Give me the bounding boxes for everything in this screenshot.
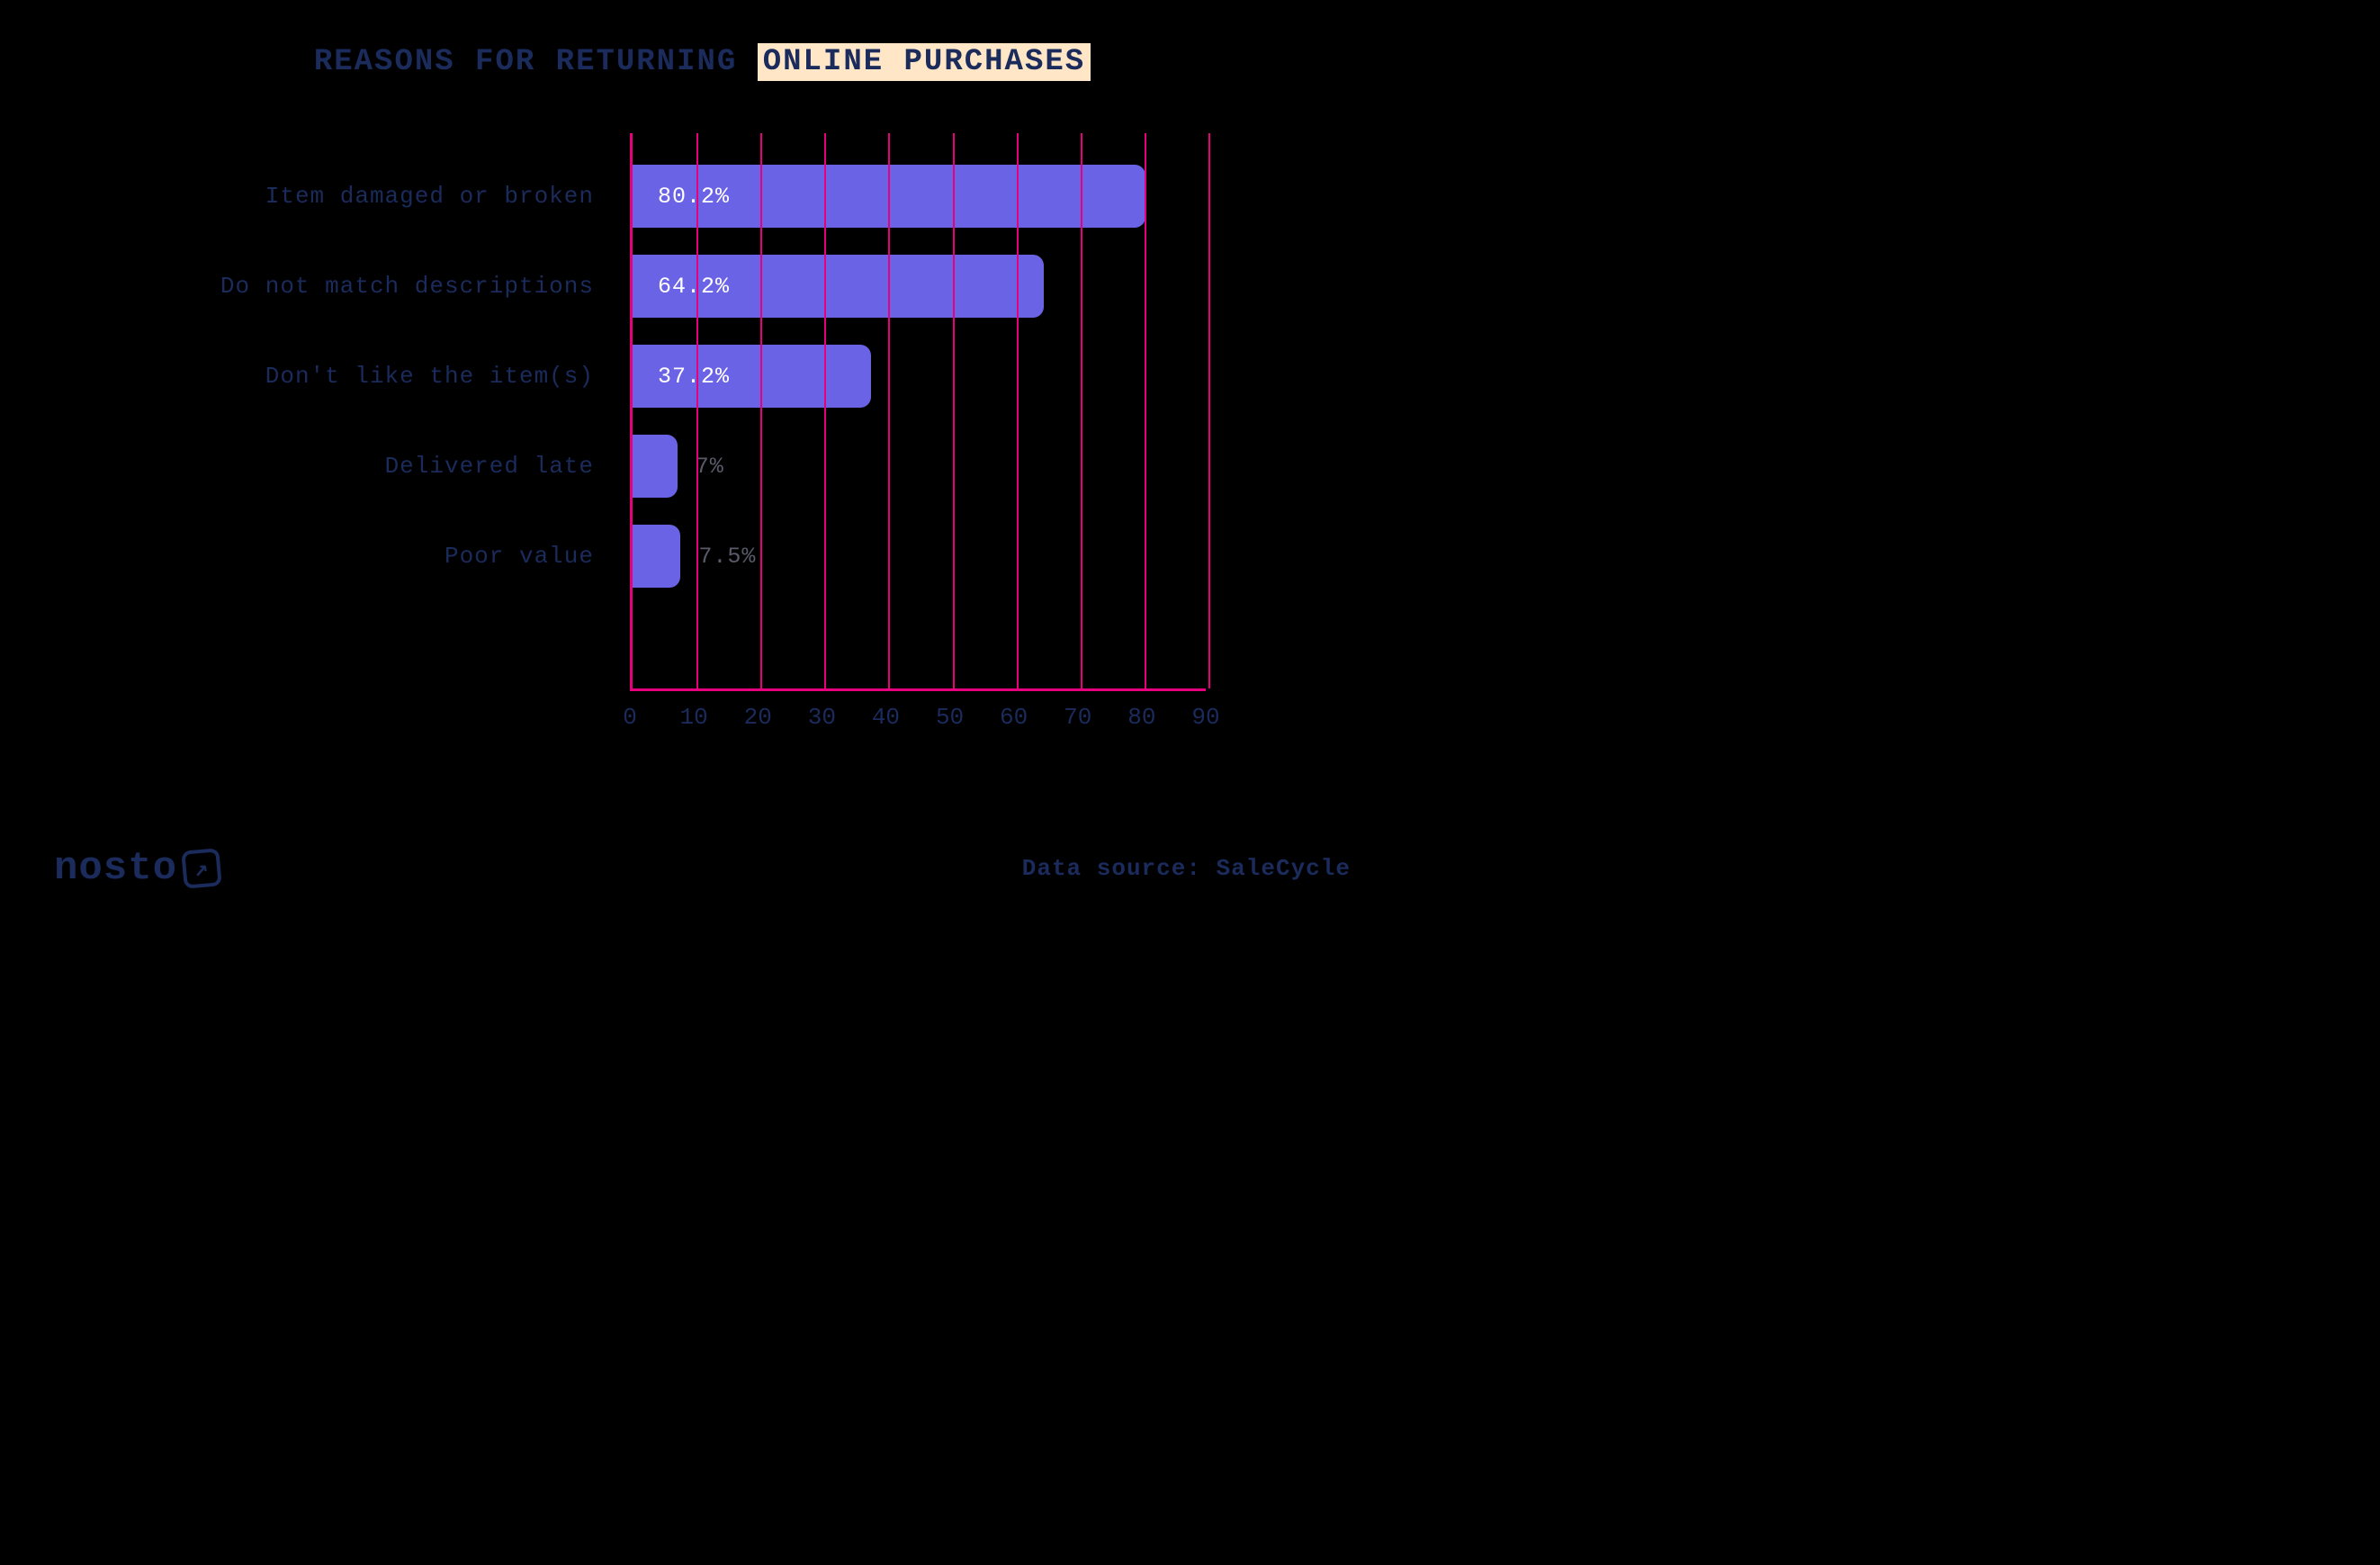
x-tick-label: 40 [872, 704, 900, 731]
y-label: Don't like the item(s) [54, 331, 630, 421]
bar [633, 435, 678, 498]
bars-container: 80.2% 64.2% 37.2% 7% 7.5% [633, 151, 1206, 601]
logo-text: nosto [54, 846, 177, 891]
x-axis-ticks: 0102030405060708090 [630, 704, 1206, 740]
plot-column: 80.2%64.2%37.2%7%7.5% 010203040506070809… [630, 133, 1351, 740]
y-label: Item damaged or broken [54, 151, 630, 241]
gridline [1208, 133, 1210, 688]
x-tick-label: 20 [744, 704, 772, 731]
x-tick-label: 60 [1000, 704, 1028, 731]
bar-row: 7.5% [633, 511, 1206, 601]
gridline [1017, 133, 1019, 688]
y-axis-labels: Item damaged or broken Do not match desc… [54, 133, 630, 740]
bar-row: 7% [633, 421, 1206, 511]
x-tick-label: 70 [1064, 704, 1091, 731]
plot-area: 80.2% 64.2% 37.2% 7% 7.5% [630, 133, 1206, 691]
data-source-text: Data source: SaleCycle [1022, 855, 1351, 882]
bar [633, 525, 680, 588]
chart-title-plain: REASONS FOR RETURNING [314, 45, 758, 79]
bar-row: 80.2% [633, 151, 1206, 241]
bar-row: 37.2% [633, 331, 1206, 421]
gridline [1145, 133, 1146, 688]
bar: 64.2% [633, 255, 1044, 318]
chart-canvas: REASONS FOR RETURNING ONLINE PURCHASES I… [0, 0, 1405, 923]
gridline [696, 133, 698, 688]
bar-row: 64.2% [633, 241, 1206, 331]
y-label: Delivered late [54, 421, 630, 511]
chart-body: Item damaged or broken Do not match desc… [54, 133, 1351, 740]
gridline [1081, 133, 1082, 688]
nosto-logo: nosto ↗ [54, 846, 220, 891]
x-tick-label: 80 [1127, 704, 1155, 731]
chart-title-row: REASONS FOR RETURNING ONLINE PURCHASES [54, 45, 1351, 79]
chart-title-highlight: ONLINE PURCHASES [758, 43, 1091, 81]
x-tick-label: 10 [680, 704, 708, 731]
x-tick-label: 50 [936, 704, 964, 731]
x-tick-label: 90 [1191, 704, 1219, 731]
y-label: Poor value [54, 511, 630, 601]
bar-value-label: 7.5% [680, 544, 756, 570]
gridline [888, 133, 890, 688]
chart-footer: nosto ↗ Data source: SaleCycle [54, 846, 1351, 891]
x-tick-label: 30 [808, 704, 836, 731]
gridline [824, 133, 826, 688]
logo-arrow-icon: ↗ [181, 848, 222, 889]
bar-value-label: 7% [678, 454, 724, 480]
x-tick-label: 0 [623, 704, 637, 731]
y-label: Do not match descriptions [54, 241, 630, 331]
gridline [760, 133, 762, 688]
bar: 37.2% [633, 345, 871, 408]
gridline [953, 133, 955, 688]
